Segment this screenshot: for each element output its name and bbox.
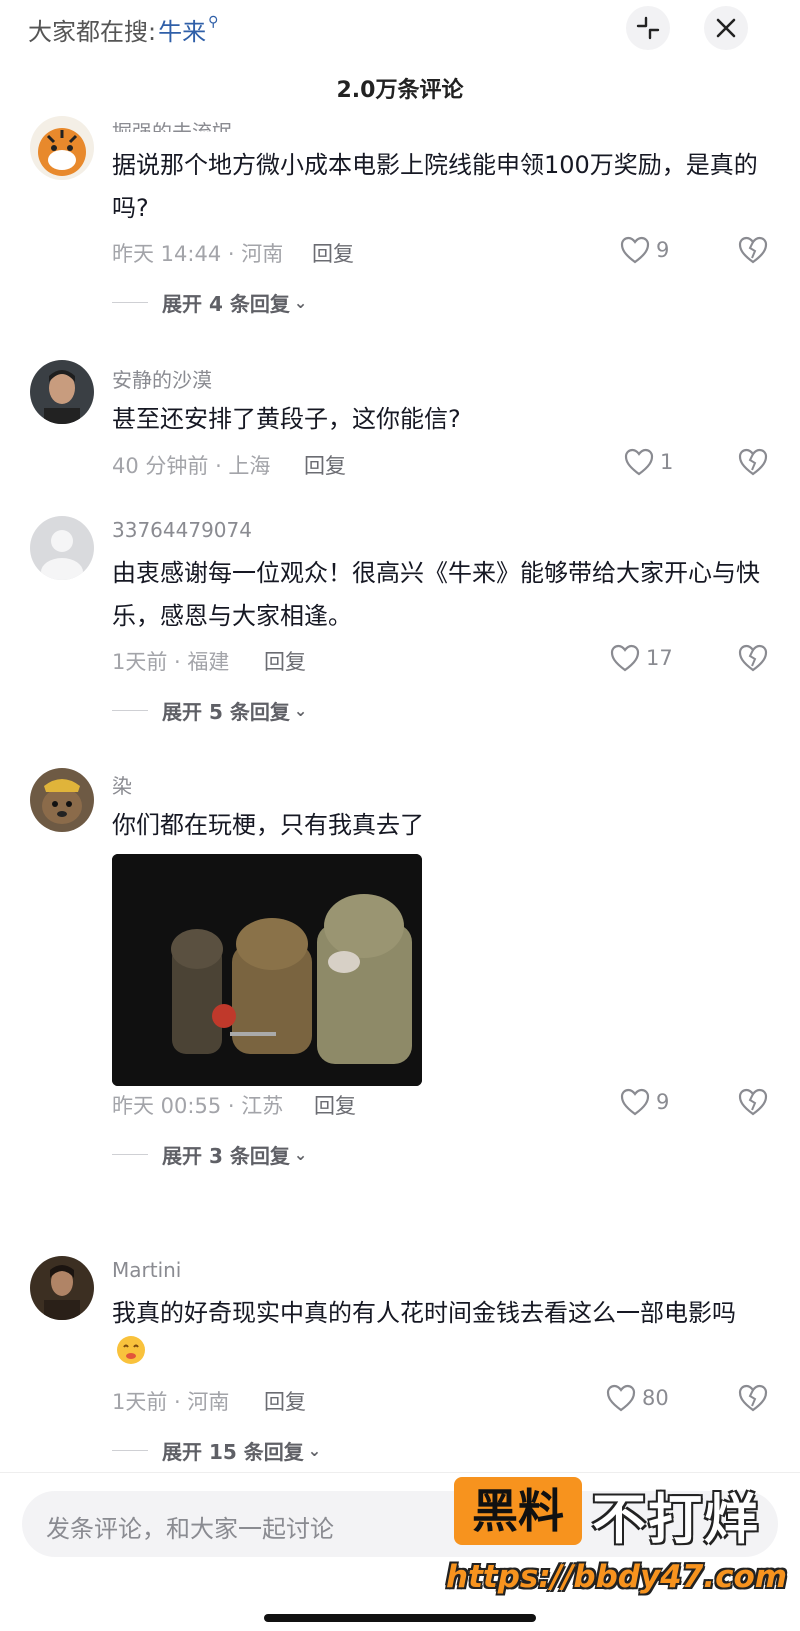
heart-icon <box>610 644 640 672</box>
broken-heart-icon <box>738 644 768 672</box>
watermark-text: 不打烊 <box>592 1488 760 1551</box>
comment-time-location: 昨天 14:44 · 河南 <box>112 242 284 266</box>
default-avatar-icon <box>30 516 94 580</box>
expand-replies-label: 展开 15 条回复 <box>162 1440 304 1464</box>
search-icon: ⚲ <box>208 13 219 30</box>
heart-icon <box>620 236 650 264</box>
comment-text: 由衷感谢每一位观众！很高兴《牛来》能够带给大家开心与快乐，感恩与大家相逢。 <box>112 559 760 630</box>
username[interactable]: 掘强的未流氓 <box>112 116 232 132</box>
home-indicator[interactable] <box>264 1614 536 1622</box>
reply-button[interactable]: 回复 <box>304 450 346 480</box>
person-avatar-image <box>30 360 94 424</box>
search-prefix: 大家都在搜: <box>28 18 157 46</box>
reply-button[interactable]: 回复 <box>312 238 354 268</box>
like-count: 9 <box>656 1090 670 1114</box>
close-button[interactable] <box>704 6 748 50</box>
avatar[interactable] <box>30 516 94 580</box>
expand-replies-label: 展开 5 条回复 <box>162 700 290 724</box>
top-bar: 大家都在搜: 牛来 ⚲ <box>0 0 800 60</box>
emoji-icon <box>116 1335 146 1379</box>
chevron-down-icon: ⌄ <box>293 293 308 312</box>
dislike-button[interactable] <box>738 1088 768 1120</box>
heart-icon <box>620 1088 650 1116</box>
comment-text: 我真的好奇现实中真的有人花时间金钱去看这么一部电影吗 <box>112 1292 762 1379</box>
comment-text: 甚至还安排了黄段子，这你能信? <box>112 405 461 433</box>
chevron-down-icon: ⌄ <box>307 1441 322 1460</box>
like-count: 9 <box>656 238 670 262</box>
reply-button[interactable]: 回复 <box>264 1386 306 1416</box>
reply-button[interactable]: 回复 <box>264 646 306 676</box>
comment-text: 你们都在玩梗，只有我真去了 <box>112 811 424 839</box>
reply-button[interactable]: 回复 <box>314 1090 356 1120</box>
collapse-button[interactable] <box>626 6 670 50</box>
expand-replies-label: 展开 3 条回复 <box>162 1144 290 1168</box>
comment-time-location: 1天前 · 福建 <box>112 650 230 674</box>
heart-icon <box>606 1384 636 1412</box>
watermark-logo: 黑料 <box>454 1477 582 1545</box>
divider-dash <box>112 1450 148 1451</box>
like-count: 1 <box>660 450 674 474</box>
divider-dash <box>112 710 148 711</box>
avatar[interactable] <box>30 768 94 832</box>
username[interactable]: 染 <box>112 770 132 799</box>
chevron-down-icon: ⌄ <box>293 701 308 720</box>
like-count: 80 <box>642 1386 669 1410</box>
comment-time-location: 昨天 00:55 · 江苏 <box>112 1094 284 1118</box>
username[interactable]: 安静的沙漠 <box>112 364 212 393</box>
broken-heart-icon <box>738 448 768 476</box>
like-button[interactable]: 9 <box>620 1088 669 1116</box>
person-avatar-image <box>30 1256 94 1320</box>
comment-text: 据说那个地方微小成本电影上院线能申领100万奖励，是真的吗? <box>112 151 758 222</box>
search-suggestion[interactable]: 大家都在搜: 牛来 ⚲ <box>28 12 218 47</box>
chevron-down-icon: ⌄ <box>293 1145 308 1164</box>
watermark-url: https://bbdy47.com <box>446 1559 788 1595</box>
username[interactable]: 33764479074 <box>112 518 252 542</box>
comment-image[interactable] <box>112 854 422 1086</box>
collapse-arrows-icon <box>636 16 660 40</box>
comment-input-bar: 发条评论，和大家一起讨论 黑料 不打烊 https://bbdy47.com <box>0 1472 800 1631</box>
expand-replies-button[interactable]: 展开 5 条回复 ⌄ <box>112 696 307 725</box>
broken-heart-icon <box>738 236 768 264</box>
expand-replies-button[interactable]: 展开 15 条回复 ⌄ <box>112 1436 321 1465</box>
like-button[interactable]: 1 <box>624 448 673 476</box>
like-button[interactable]: 9 <box>620 236 669 264</box>
avatar[interactable] <box>30 360 94 424</box>
comment-time-location: 1天前 · 河南 <box>112 1390 230 1414</box>
dog-avatar-image <box>30 768 94 832</box>
tiger-avatar-image <box>30 116 94 180</box>
search-keyword[interactable]: 牛来 <box>158 12 206 47</box>
dislike-button[interactable] <box>738 644 768 676</box>
comment-time-location: 40 分钟前 · 上海 <box>112 454 271 478</box>
expand-replies-label: 展开 4 条回复 <box>162 292 290 316</box>
broken-heart-icon <box>738 1088 768 1116</box>
like-count: 17 <box>646 646 673 670</box>
expand-replies-button[interactable]: 展开 3 条回复 ⌄ <box>112 1140 307 1169</box>
dislike-button[interactable] <box>738 236 768 268</box>
expand-replies-button[interactable]: 展开 4 条回复 ⌄ <box>112 288 307 317</box>
comment-text-body: 我真的好奇现实中真的有人花时间金钱去看这么一部电影吗 <box>112 1299 736 1327</box>
divider-dash <box>112 1154 148 1155</box>
like-button[interactable]: 80 <box>606 1384 669 1412</box>
comment-count-title: 2.0万条评论 <box>336 78 464 103</box>
close-icon <box>716 18 736 38</box>
dislike-button[interactable] <box>738 1384 768 1416</box>
movie-still-image <box>112 854 422 1086</box>
divider-dash <box>112 302 148 303</box>
comment-input-placeholder: 发条评论，和大家一起讨论 <box>46 1515 334 1543</box>
dislike-button[interactable] <box>738 448 768 480</box>
username[interactable]: Martini <box>112 1258 181 1282</box>
like-button[interactable]: 17 <box>610 644 673 672</box>
avatar[interactable] <box>30 1256 94 1320</box>
broken-heart-icon <box>738 1384 768 1412</box>
heart-icon <box>624 448 654 476</box>
avatar[interactable] <box>30 116 94 180</box>
